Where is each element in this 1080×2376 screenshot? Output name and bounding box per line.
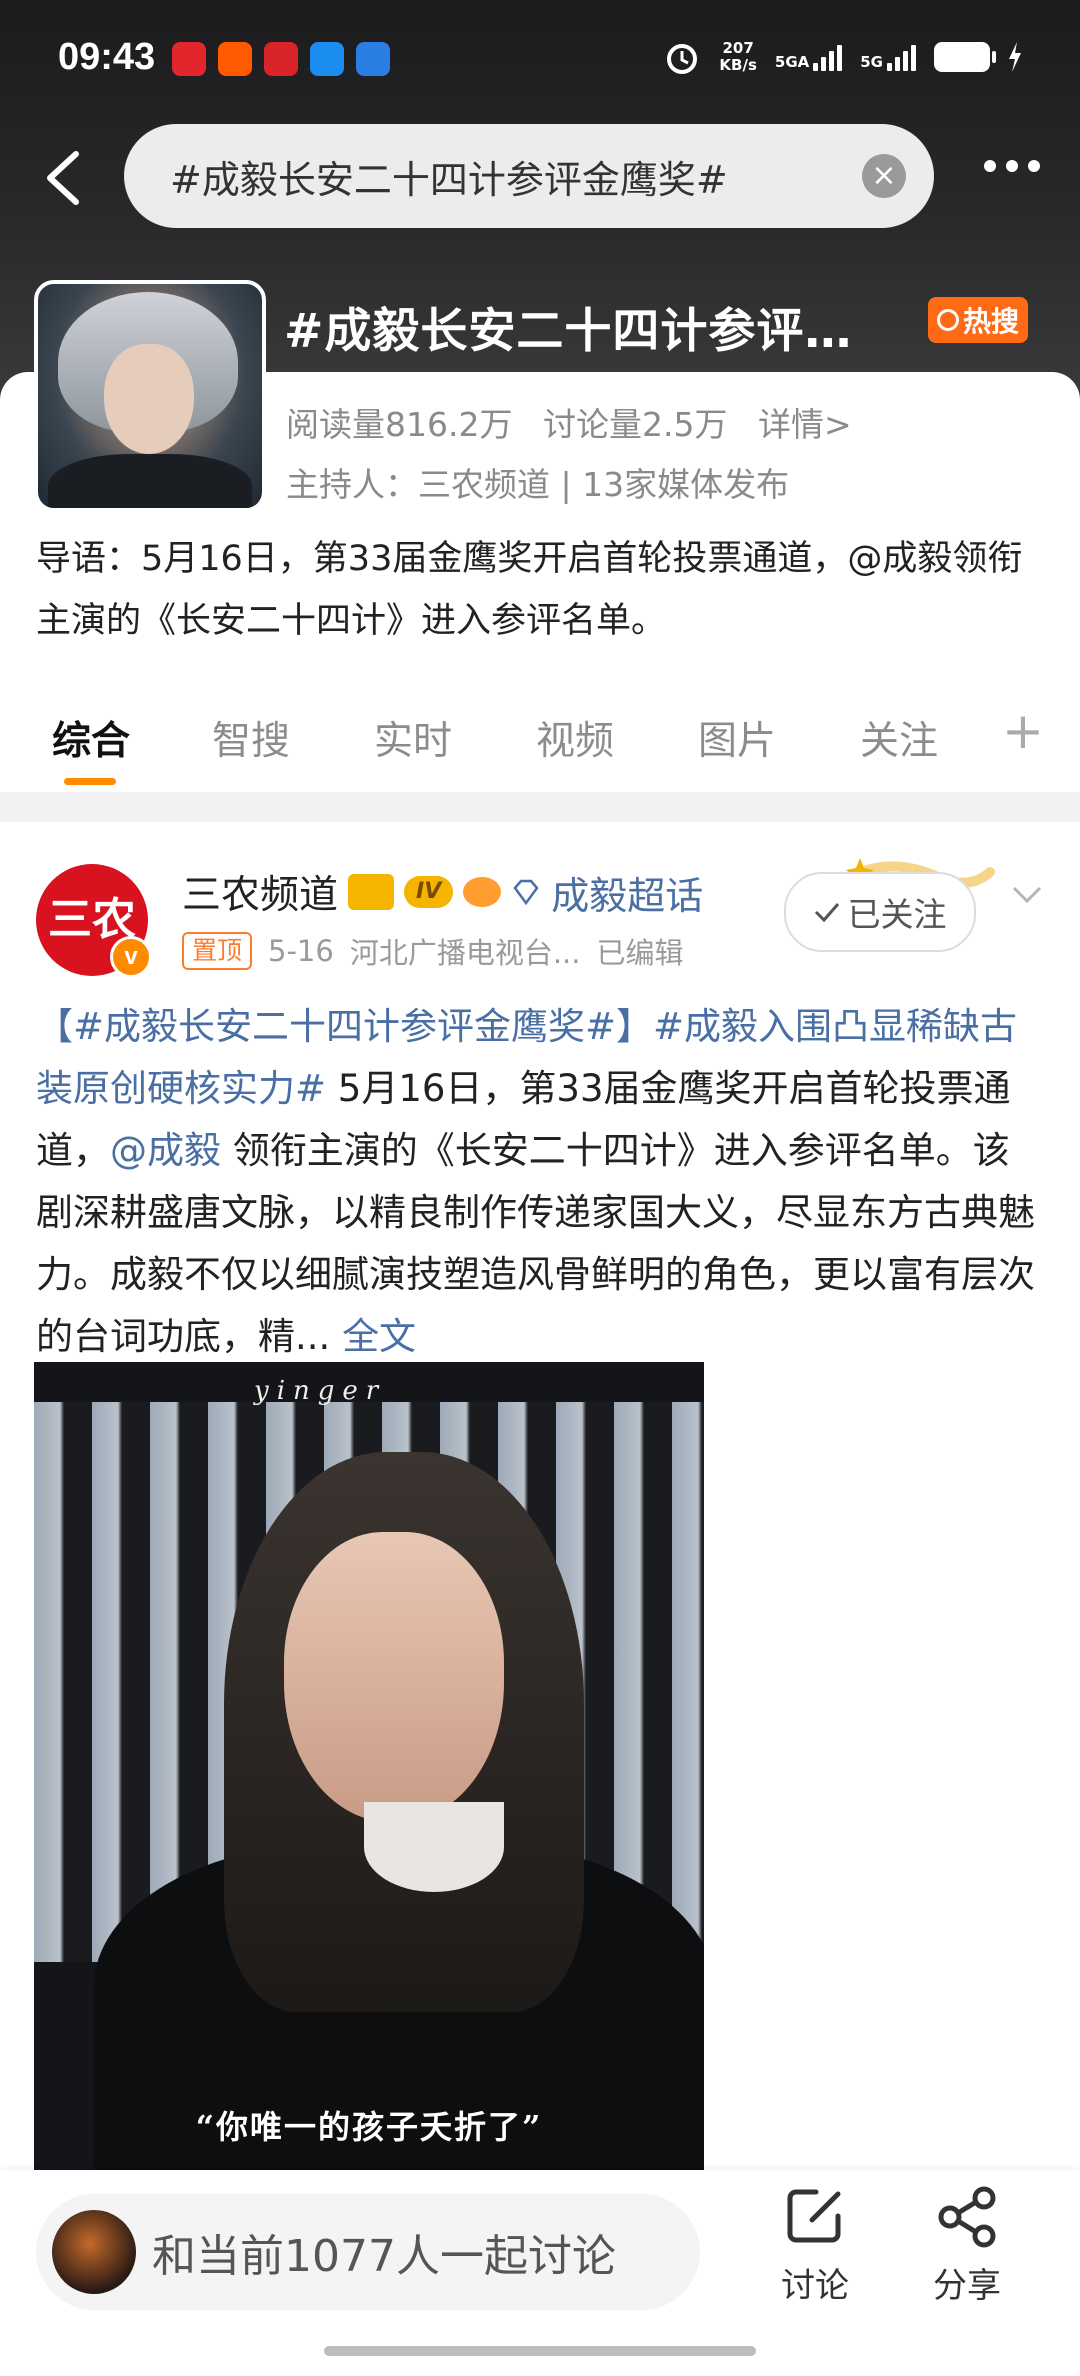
app-notification-icon <box>172 42 206 76</box>
verified-icon: v <box>110 936 152 978</box>
follow-label: 已关注 <box>847 895 947 934</box>
topic-host[interactable]: 主持人：三农频道 | 13家媒体发布 <box>286 458 789 506</box>
tab-realtime[interactable]: 实时 <box>374 710 452 766</box>
edit-icon <box>787 2189 841 2243</box>
tab-comprehensive[interactable]: 综合 <box>52 710 130 766</box>
app-notification-icon <box>356 42 390 76</box>
user-avatar <box>52 2210 136 2294</box>
post-author-row: 三农频道 IV 成毅超话 <box>182 864 703 920</box>
level-badge: IV <box>404 876 454 908</box>
home-indicator[interactable] <box>324 2346 756 2356</box>
alarm-icon <box>667 44 698 74</box>
crown-icon <box>348 874 395 910</box>
active-tab-indicator <box>64 778 116 785</box>
signal-label: 5G <box>860 53 883 71</box>
app-notification-icon <box>310 42 344 76</box>
discussion-count: 讨论量2.5万 <box>542 405 728 444</box>
fish-badge-icon <box>463 877 502 907</box>
signal-bars-icon <box>887 43 916 71</box>
post-source: 河北广播电视台... <box>349 936 581 970</box>
topic-cover-image[interactable] <box>34 280 266 512</box>
battery-icon <box>934 42 996 72</box>
network-speed: 207 KB/s <box>719 40 756 74</box>
post-body: 【#成毅长安二十四计参评金鹰奖#】#成毅入围凸显稀缺古装原创硬核实力# 5月16… <box>36 996 1046 1368</box>
author-name[interactable]: 三农频道 <box>182 864 338 920</box>
status-right: 207 KB/s 5GA 5G <box>663 38 1022 76</box>
tab-smart-search[interactable]: 智搜 <box>212 710 290 766</box>
search-tabs: 综合 智搜 实时 视频 图片 关注 + <box>0 700 1080 792</box>
read-count: 阅读量816.2万 <box>286 405 513 444</box>
post-date: 5-16 <box>268 934 334 968</box>
tab-video[interactable]: 视频 <box>536 710 614 766</box>
tab-following[interactable]: 关注 <box>860 710 938 766</box>
hot-search-badge[interactable]: 热搜 <box>928 297 1028 343</box>
post-image[interactable]: yinger “你唯一的孩子夭折了” <box>34 1362 704 2172</box>
tab-images[interactable]: 图片 <box>698 710 776 766</box>
section-divider <box>0 792 1080 822</box>
taobao-icon <box>218 42 252 76</box>
share-label: 分享 <box>933 2266 1001 2306</box>
notification-icons <box>172 42 390 76</box>
pinned-badge: 置顶 <box>182 932 253 970</box>
search-input[interactable] <box>168 153 822 199</box>
topic-hashtag-link[interactable]: 【#成毅长安二十四计参评金鹰奖#】 <box>36 1005 653 1048</box>
more-options-icon[interactable] <box>984 160 1040 172</box>
search-bar[interactable]: × <box>124 124 934 228</box>
app-notification-icon <box>264 42 298 76</box>
details-link[interactable]: 详情> <box>758 405 852 444</box>
supertopic-link[interactable]: 成毅超话 <box>551 865 703 920</box>
image-caption: “你唯一的孩子夭折了” <box>195 2108 543 2146</box>
share-icon <box>938 2186 996 2248</box>
discussion-prompt: 和当前1077人一起讨论 <box>152 2231 616 2282</box>
back-arrow-icon[interactable] <box>40 148 90 208</box>
topic-stats: 阅读量816.2万 讨论量2.5万 详情> <box>286 398 872 446</box>
net-speed-value: 207 <box>722 39 754 57</box>
author-avatar[interactable]: 三农 v <box>36 864 152 978</box>
clear-search-icon[interactable]: × <box>862 154 906 198</box>
status-bar: 09:43 207 KB/s 5GA 5G <box>0 0 1080 120</box>
mention-link[interactable]: @成毅 <box>110 1129 221 1172</box>
signal-label: 5GA <box>774 53 810 71</box>
signal-bars-icon <box>813 43 843 71</box>
topic-intro: 导语：5月16日，第33届金鹰奖开启首轮投票通道，@成毅领衔主演的《长安二十四计… <box>36 539 1023 641</box>
join-discussion-input[interactable]: 和当前1077人一起讨论 <box>36 2194 700 2310</box>
charging-icon <box>1009 42 1021 72</box>
add-tab-icon[interactable]: + <box>1002 702 1044 760</box>
hot-icon <box>936 309 959 331</box>
edited-label: 已编辑 <box>596 936 684 970</box>
chevron-down-icon[interactable] <box>1010 878 1044 912</box>
signal-5ga: 5GA <box>774 43 843 71</box>
follow-button[interactable]: 已关注 <box>784 872 976 952</box>
image-watermark: yinger <box>254 1376 387 1406</box>
signal-5g: 5G <box>860 43 916 71</box>
read-full-link[interactable]: 全文 <box>342 1315 416 1358</box>
diamond-icon <box>513 879 539 906</box>
status-time: 09:43 <box>58 36 156 78</box>
discuss-label: 讨论 <box>781 2266 849 2306</box>
discuss-button[interactable]: 讨论 <box>760 2184 870 2307</box>
share-button[interactable]: 分享 <box>912 2184 1022 2307</box>
topic-title: #成毅长安二十四计参评… <box>284 304 853 359</box>
checkmark-icon <box>814 903 839 923</box>
post-meta: 置顶 5-16 河北广播电视台... 已编辑 <box>182 930 684 972</box>
net-speed-unit: KB/s <box>719 56 757 74</box>
hot-badge-label: 热搜 <box>962 305 1019 338</box>
